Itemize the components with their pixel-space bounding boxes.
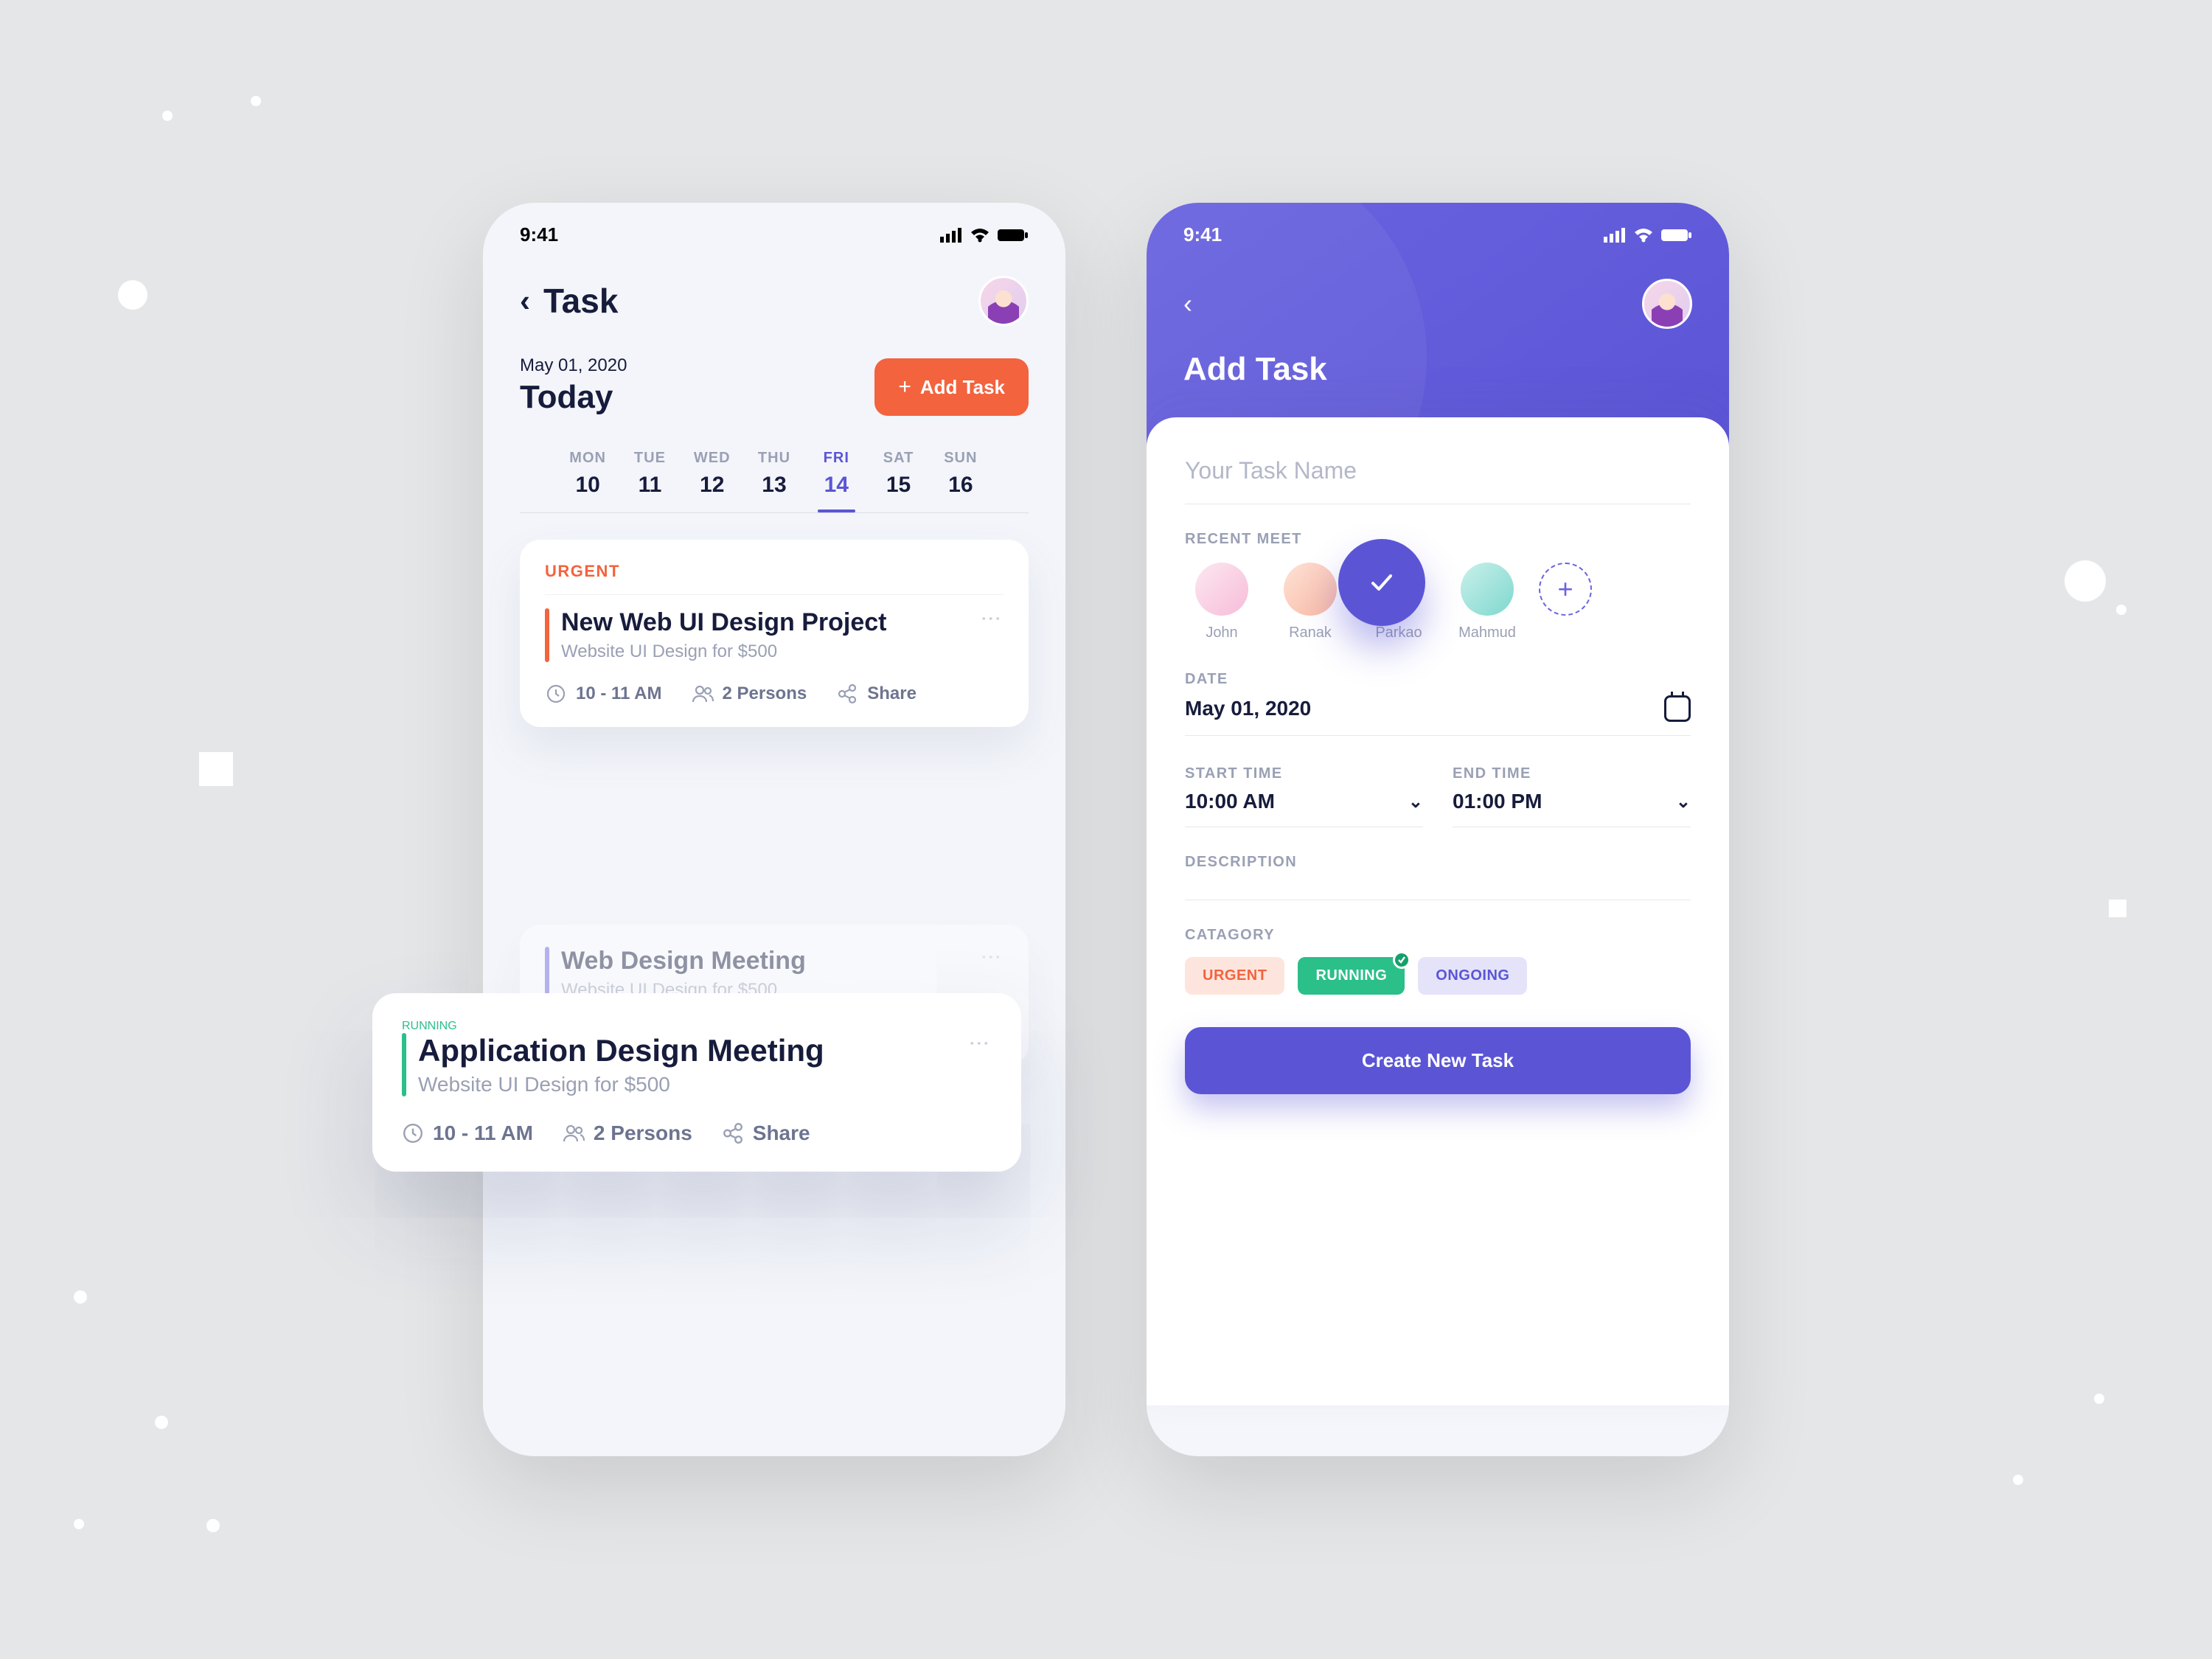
page-title: Add Task <box>1147 329 1729 388</box>
signal-icon <box>1604 228 1626 243</box>
wifi-icon <box>970 228 990 243</box>
task-title: New Web UI Design Project <box>561 608 967 637</box>
status-badge: URGENT <box>545 562 1004 595</box>
category-chip-ongoing[interactable]: ONGOING <box>1418 957 1527 995</box>
person-item[interactable]: Ranak <box>1273 563 1347 641</box>
start-time-label: START TIME <box>1185 765 1423 782</box>
plus-icon: + <box>898 375 911 400</box>
task-card-active[interactable]: RUNNING Application Design Meeting Websi… <box>372 993 1021 1172</box>
status-badge: RUNNING <box>402 1020 992 1033</box>
avatar[interactable] <box>978 276 1029 326</box>
create-task-button[interactable]: Create New Task <box>1185 1027 1691 1094</box>
status-time: 9:41 <box>1183 223 1222 246</box>
task-title: Web Design Meeting <box>561 947 967 975</box>
week-strip: MON10 TUE11 WED12 THU13 FRI14 SAT15 SUN1… <box>520 423 1029 513</box>
description-label: DESCRIPTION <box>1185 854 1691 871</box>
more-icon[interactable]: ⋮ <box>979 947 1004 981</box>
share-icon <box>836 683 858 705</box>
chevron-down-icon: ⌄ <box>1408 791 1423 813</box>
selected-person-indicator <box>1338 539 1425 626</box>
wifi-icon <box>1633 228 1654 243</box>
add-task-button[interactable]: + Add Task <box>874 358 1029 416</box>
share-button[interactable]: Share <box>722 1121 810 1145</box>
more-icon[interactable]: ⋮ <box>979 608 1004 642</box>
add-task-label: Add Task <box>920 376 1005 399</box>
people-row: John Ranak Parkao Mahmud + <box>1185 563 1691 641</box>
signal-icon <box>940 228 962 243</box>
share-button[interactable]: Share <box>836 683 917 705</box>
status-icons <box>1604 228 1692 243</box>
accent-bar <box>545 608 549 662</box>
task-subtitle: Website UI Design for $500 <box>561 641 967 662</box>
clock-icon <box>402 1122 424 1144</box>
calendar-icon <box>1664 695 1691 722</box>
task-card[interactable]: URGENT New Web UI Design Project Website… <box>520 540 1029 727</box>
day-tue[interactable]: TUE11 <box>619 450 681 498</box>
status-bar: 9:41 <box>1147 203 1729 254</box>
task-title: Application Design Meeting <box>418 1033 956 1068</box>
status-time: 9:41 <box>520 223 558 246</box>
category-label: CATAGORY <box>1185 927 1691 944</box>
avatar[interactable] <box>1642 279 1692 329</box>
start-time-field[interactable]: 10:00 AM ⌄ <box>1185 790 1423 813</box>
end-time-field[interactable]: 01:00 PM ⌄ <box>1453 790 1691 813</box>
day-fri[interactable]: FRI14 <box>805 450 867 498</box>
add-person-button[interactable]: + <box>1539 563 1613 616</box>
recent-meet-label: RECENT MEET <box>1185 531 1691 548</box>
task-subtitle: Website UI Design for $500 <box>418 1073 956 1096</box>
category-chip-urgent[interactable]: URGENT <box>1185 957 1284 995</box>
accent-bar <box>402 1033 406 1096</box>
description-input[interactable] <box>1185 880 1691 900</box>
clock-icon <box>545 683 567 705</box>
status-icons <box>940 228 1029 243</box>
chevron-down-icon: ⌄ <box>1676 791 1691 813</box>
back-icon[interactable]: ‹ <box>520 283 530 319</box>
status-bar: 9:41 <box>483 203 1065 254</box>
day-sat[interactable]: SAT15 <box>867 450 929 498</box>
more-icon[interactable]: ⋮ <box>967 1033 992 1067</box>
battery-icon <box>998 228 1029 243</box>
task-name-input[interactable] <box>1185 451 1691 504</box>
date-label: DATE <box>1185 671 1691 688</box>
share-icon <box>722 1122 744 1144</box>
back-icon[interactable]: ‹ <box>1183 288 1192 319</box>
day-thu[interactable]: THU13 <box>743 450 805 498</box>
category-chip-running[interactable]: RUNNING <box>1298 957 1405 995</box>
day-wed[interactable]: WED12 <box>681 450 743 498</box>
date-title: Today <box>520 379 627 416</box>
person-item[interactable]: John <box>1185 563 1259 641</box>
people-icon <box>563 1122 585 1144</box>
page-title: Task <box>543 281 618 321</box>
day-sun[interactable]: SUN16 <box>930 450 992 498</box>
person-item[interactable]: Mahmud <box>1450 563 1524 641</box>
day-mon[interactable]: MON10 <box>557 450 619 498</box>
date-subtitle: May 01, 2020 <box>520 355 627 376</box>
people-icon <box>692 683 714 705</box>
date-field[interactable]: May 01, 2020 <box>1185 695 1691 722</box>
battery-icon <box>1661 228 1692 243</box>
check-icon <box>1393 951 1411 969</box>
end-time-label: END TIME <box>1453 765 1691 782</box>
